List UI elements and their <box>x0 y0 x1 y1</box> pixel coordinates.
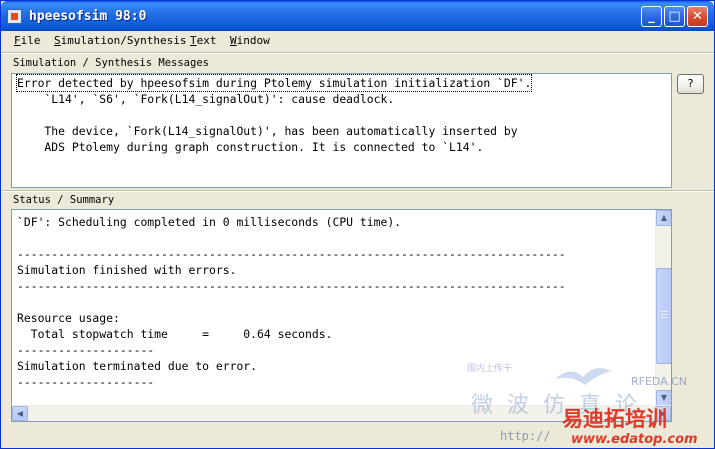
status-line: Resource usage: <box>17 311 120 325</box>
status-line: -------------------- <box>17 343 155 357</box>
watermark-rfeda: RFEDA.CN <box>631 375 687 388</box>
status-line: Simulation terminated due to error. <box>17 359 258 373</box>
message-line: Error detected by hpeesofsim during Ptol… <box>15 74 533 92</box>
window-title: hpeesofsim 98:0 <box>29 9 147 24</box>
help-button[interactable]: ? <box>677 74 704 94</box>
close-button[interactable]: ✕ <box>687 6 708 27</box>
thumb-grip <box>661 317 668 318</box>
status-line: Total stopwatch time = 0.64 seconds. <box>17 327 333 341</box>
status-line: Simulation finished with errors. <box>17 263 237 277</box>
scroll-left-arrow-icon[interactable]: ◀ <box>12 406 28 421</box>
vertical-scroll-thumb[interactable] <box>656 268 671 364</box>
status-line: -------------------- <box>17 375 155 389</box>
menu-separator <box>1 52 714 54</box>
status-line: ----------------------------------------… <box>17 247 566 261</box>
messages-label: Simulation / Synthesis Messages <box>13 57 209 69</box>
menu-bar: File Simulation/Synthesis Text Window <box>1 31 714 51</box>
app-window: hpeesofsim 98:0 _ □ ✕ File Simulation/Sy… <box>0 0 715 449</box>
maximize-button[interactable]: □ <box>664 6 685 27</box>
menu-simulation-synthesis[interactable]: Simulation/Synthesis <box>54 33 186 49</box>
watermark-url: http:// <box>500 429 551 443</box>
title-bar[interactable]: hpeesofsim 98:0 _ □ ✕ <box>1 1 714 31</box>
message-line: ADS Ptolemy during graph construction. I… <box>17 140 484 154</box>
message-line: `L14', `S6', `Fork(L14_signalOut)': caus… <box>17 92 395 106</box>
app-icon[interactable] <box>7 9 22 24</box>
watermark-bird-icon <box>555 368 611 385</box>
messages-text-area[interactable]: Error detected by hpeesofsim during Ptol… <box>11 73 672 188</box>
menu-window[interactable]: Window <box>230 33 270 49</box>
status-label: Status / Summary <box>13 194 115 206</box>
watermark-website: www.edatop.com <box>571 432 698 447</box>
thumb-grip <box>661 314 668 315</box>
watermark-small-text: 国内上传干 <box>467 364 513 374</box>
status-line: ----------------------------------------… <box>17 279 566 293</box>
panel-separator <box>1 190 714 192</box>
message-line: The device, `Fork(L14_signalOut)', has b… <box>17 124 518 138</box>
thumb-grip <box>661 311 668 312</box>
menu-text[interactable]: Text <box>190 33 217 49</box>
minimize-button[interactable]: _ <box>641 6 662 27</box>
watermark-brand: 易迪拓培训 <box>562 407 667 431</box>
menu-file[interactable]: File <box>14 33 41 49</box>
scroll-up-arrow-icon[interactable]: ▲ <box>656 210 671 226</box>
scroll-down-arrow-icon[interactable]: ▼ <box>656 390 671 406</box>
status-line: `DF': Scheduling completed in 0 millisec… <box>17 215 402 229</box>
